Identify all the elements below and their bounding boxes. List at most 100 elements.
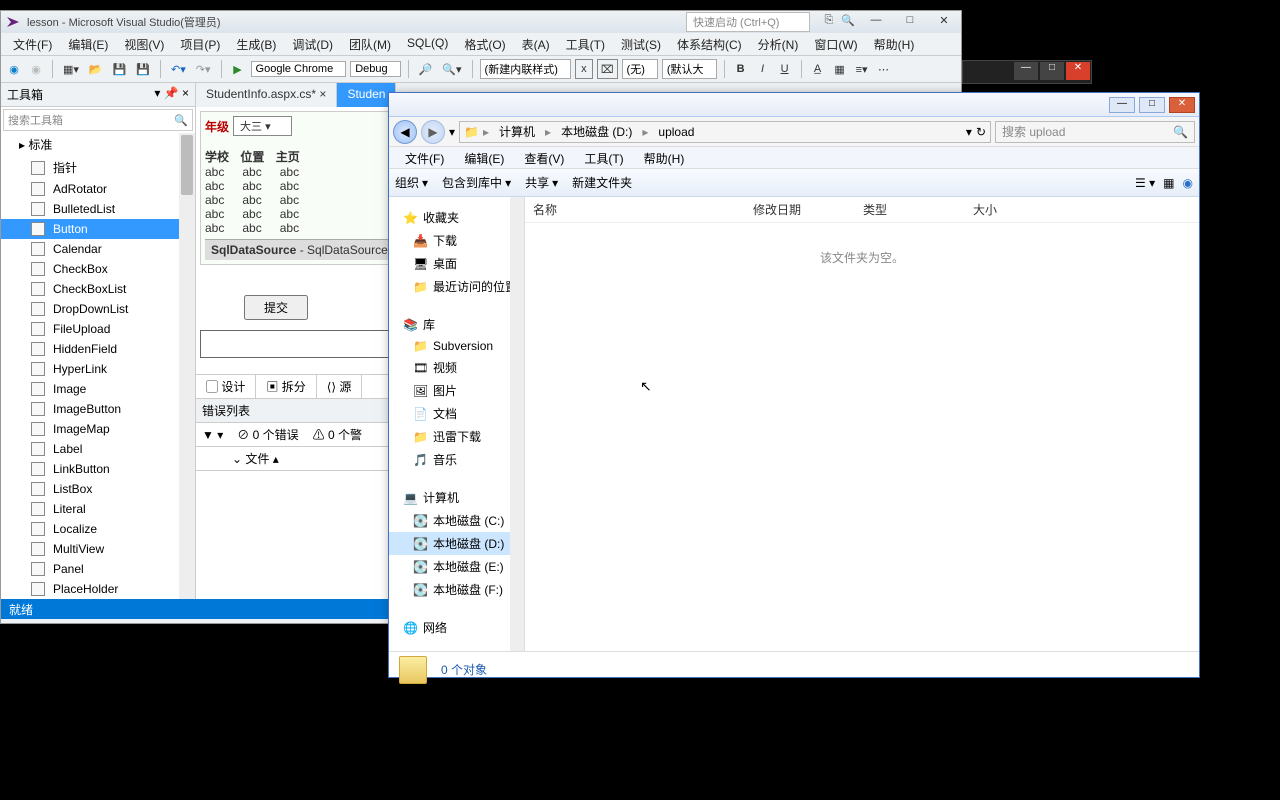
none-combo[interactable]: (无) [622, 59, 658, 79]
peek-minimize[interactable]: — [1014, 62, 1038, 80]
menu-debug[interactable]: 调试(D) [284, 33, 341, 55]
tree-computer[interactable]: 💻计算机 [389, 483, 524, 509]
menu-help[interactable]: 帮助(H) [866, 33, 923, 55]
exp-menu-view[interactable]: 查看(V) [514, 147, 574, 168]
menu-sql[interactable]: SQL(Q) [399, 33, 456, 55]
style-a-icon[interactable]: x [575, 59, 593, 79]
toolbox-item-label[interactable]: Label [1, 439, 195, 459]
bold-icon[interactable]: B [732, 59, 750, 79]
peek-close[interactable]: ✕ [1066, 62, 1090, 80]
toolbox-item-checkbox[interactable]: CheckBox [1, 259, 195, 279]
toolbox-item-hiddenfield[interactable]: HiddenField [1, 339, 195, 359]
toolbox-pin-icon[interactable]: ▾ 📌 × [154, 86, 189, 103]
toolbox-item-imagebutton[interactable]: ImageButton [1, 399, 195, 419]
toolbox-item-literal[interactable]: Literal [1, 499, 195, 519]
menu-format[interactable]: 格式(O) [456, 33, 513, 55]
explorer-titlebar[interactable]: — □ ✕ [389, 93, 1199, 117]
crumb-computer[interactable]: 计算机 [493, 123, 541, 140]
vs-close[interactable]: ✕ [931, 14, 957, 30]
menu-file[interactable]: 文件(F) [5, 33, 60, 55]
tree-music[interactable]: 🎵音乐 [389, 448, 524, 471]
explorer-maximize[interactable]: □ [1139, 97, 1165, 113]
menu-edit[interactable]: 编辑(E) [60, 33, 116, 55]
more-icon[interactable]: ⋯ [875, 59, 893, 79]
underline-icon[interactable]: U [776, 59, 794, 79]
tree-xunlei[interactable]: 📁迅雷下载 [389, 425, 524, 448]
nav-dropdown-icon[interactable]: ▾ [449, 125, 455, 139]
menu-project[interactable]: 项目(P) [172, 33, 228, 55]
nav-back-icon[interactable]: ◀ [393, 120, 417, 144]
menu-view[interactable]: 视图(V) [116, 33, 172, 55]
col-type[interactable]: 类型 [863, 201, 973, 218]
refresh-icon[interactable]: ↻ [976, 125, 986, 139]
viewtab-design[interactable]: ▢ 设计 [196, 375, 256, 398]
toolbox-item-linkbutton[interactable]: LinkButton [1, 459, 195, 479]
close-icon[interactable]: × [319, 87, 326, 101]
save-icon[interactable]: 💾 [110, 59, 130, 79]
explorer-search[interactable]: 搜索 upload 🔍 [995, 121, 1195, 143]
menu-team[interactable]: 团队(M) [341, 33, 399, 55]
toolbox-item-dropdownlist[interactable]: DropDownList [1, 299, 195, 319]
toolbox-item-multiview[interactable]: MultiView [1, 539, 195, 559]
forward-icon[interactable]: ◉ [27, 59, 45, 79]
grade-combo[interactable]: 大三 ▾ [233, 116, 292, 136]
errors-count[interactable]: ⊘ 0 个错误 [237, 426, 298, 443]
align-icon[interactable]: ≡▾ [853, 59, 871, 79]
run-icon[interactable]: ▶ [229, 59, 247, 79]
exp-menu-help[interactable]: 帮助(H) [634, 147, 695, 168]
menu-table[interactable]: 表(A) [514, 33, 558, 55]
toolbox-group[interactable]: ▸ 标准 [1, 133, 195, 156]
view-mode-icon[interactable]: ☰ ▾ [1135, 176, 1155, 190]
exp-menu-file[interactable]: 文件(F) [395, 147, 454, 168]
menu-build[interactable]: 生成(B) [228, 33, 284, 55]
cmd-newfolder[interactable]: 新建文件夹 [572, 174, 632, 191]
toolbox-item-button[interactable]: Button [1, 219, 195, 239]
tree-desktop[interactable]: 🖥桌面 [389, 252, 524, 275]
filter-icon[interactable]: ▼ ▾ [202, 428, 223, 442]
tree-drive-c[interactable]: 💽本地磁盘 (C:) [389, 509, 524, 532]
tree-docs[interactable]: 📄文档 [389, 402, 524, 425]
exp-menu-edit[interactable]: 编辑(E) [454, 147, 514, 168]
toolbox-item-panel[interactable]: Panel [1, 559, 195, 579]
cmd-organize[interactable]: 组织 ▾ [395, 174, 428, 191]
zoom-icon[interactable]: 🔍▾ [439, 59, 464, 79]
col-date[interactable]: 修改日期 [753, 201, 863, 218]
menu-tools[interactable]: 工具(T) [558, 33, 613, 55]
toolbox-search[interactable]: 搜索工具箱 🔍 [3, 109, 193, 131]
exp-menu-tools[interactable]: 工具(T) [574, 147, 633, 168]
toolbox-item-image[interactable]: Image [1, 379, 195, 399]
link-icon[interactable]: ⎘ [824, 14, 833, 30]
col-size[interactable]: 大小 [973, 201, 1053, 218]
tree-scrollbar[interactable] [510, 197, 524, 651]
fontcolor-icon[interactable]: A̲ [809, 59, 827, 79]
toolbox-item-calendar[interactable]: Calendar [1, 239, 195, 259]
cmd-include[interactable]: 包含到库中 ▾ [442, 174, 511, 191]
toolbox-item-localize[interactable]: Localize [1, 519, 195, 539]
toolbox-scrollbar[interactable] [179, 133, 195, 599]
tree-pictures[interactable]: 🖼图片 [389, 379, 524, 402]
toolbox-item-hyperlink[interactable]: HyperLink [1, 359, 195, 379]
menu-test[interactable]: 测试(S) [613, 33, 669, 55]
viewtab-source[interactable]: ⟨⟩ 源 [317, 375, 363, 398]
toolbox-item-bulletedlist[interactable]: BulletedList [1, 199, 195, 219]
address-bar[interactable]: 📁 ▸ 计算机 ▸ 本地磁盘 (D:) ▸ upload ▾ ↻ [459, 121, 991, 143]
vs-maximize[interactable]: □ [897, 14, 923, 30]
submit-button[interactable]: 提交 [244, 295, 308, 320]
redo-icon[interactable]: ↷▾ [193, 59, 214, 79]
crumb-drive[interactable]: 本地磁盘 (D:) [555, 123, 638, 140]
tree-network[interactable]: 🌐网络 [389, 613, 524, 639]
toolbox-item-adrotator[interactable]: AdRotator [1, 179, 195, 199]
address-dropdown-icon[interactable]: ▾ [966, 125, 972, 139]
col-file[interactable]: ⌄ 文件 ▴ [232, 450, 279, 467]
quick-launch[interactable]: 快速启动 (Ctrl+Q) [686, 12, 810, 32]
peek-maximize[interactable]: □ [1040, 62, 1064, 80]
tree-video[interactable]: 🎞视频 [389, 356, 524, 379]
preview-pane-icon[interactable]: ▦ [1163, 176, 1174, 190]
toolbox-item-imagemap[interactable]: ImageMap [1, 419, 195, 439]
help-icon[interactable]: ◉ [1183, 176, 1193, 190]
back-icon[interactable]: ◉ [5, 59, 23, 79]
browser-combo[interactable]: Google Chrome [251, 61, 347, 77]
crumb-upload[interactable]: upload [652, 125, 700, 139]
style-b-icon[interactable]: ⌧ [597, 59, 618, 79]
new-item-icon[interactable]: ▦▾ [60, 59, 82, 79]
